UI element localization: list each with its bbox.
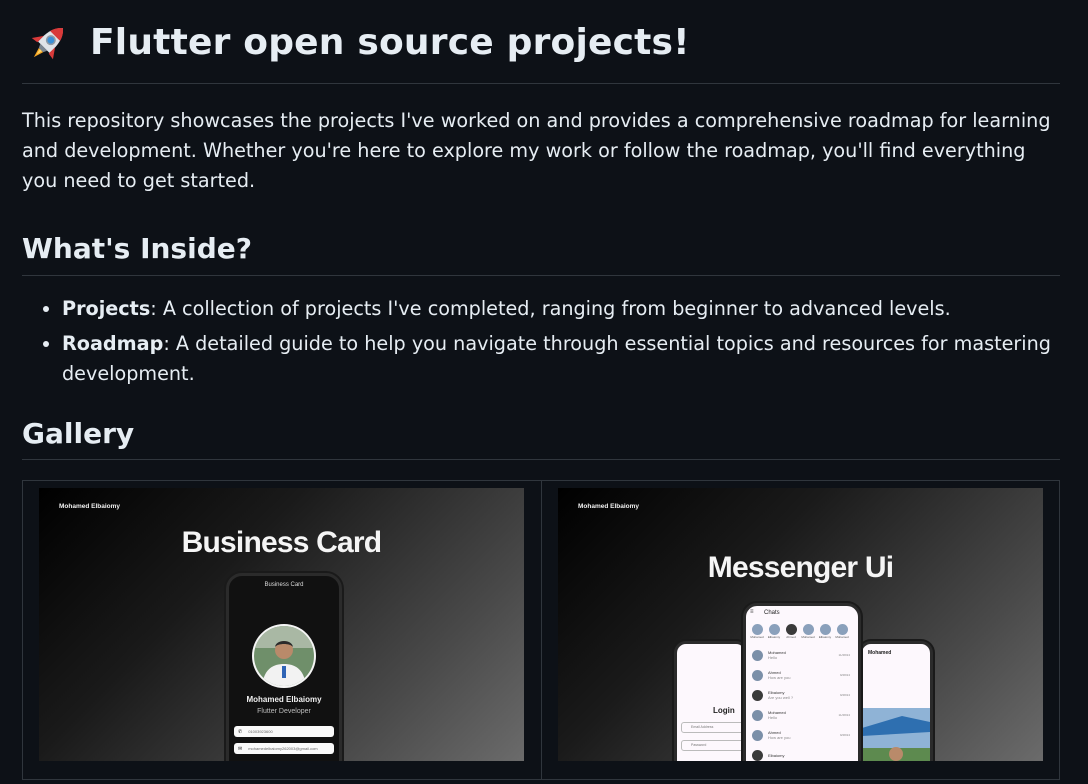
profile-phone-mockup: Mohamed bbox=[859, 641, 933, 762]
story-item: Mohamed bbox=[801, 624, 815, 639]
list-item-text: : A collection of projects I've complete… bbox=[150, 296, 951, 320]
inside-list: Projects: A collection of projects I've … bbox=[22, 294, 1060, 389]
email-placeholder: Email Address bbox=[691, 725, 714, 730]
story-item: Elbaiomy bbox=[767, 624, 781, 639]
chat-row: Elbaiomy Are you well ? 9/28/24 bbox=[752, 686, 850, 704]
messenger-ui-preview-image[interactable]: Mohamed Elbaiomy Messenger Ui Login Emai… bbox=[558, 488, 1043, 762]
phone-mockup: Business Card Mohamed Elbaiomy Flutter D… bbox=[226, 573, 342, 762]
section-heading-gallery: Gallery bbox=[22, 417, 1060, 461]
chats-phone-mockup: ≡ Chats Mohamed Elbaiomy Ahmed Mohamed E… bbox=[743, 603, 861, 762]
gallery-cell: Mohamed Elbaiomy Business Card Business … bbox=[23, 481, 541, 779]
gallery-table: Mohamed Elbaiomy Business Card Business … bbox=[22, 480, 1060, 781]
mail-icon: ✉ bbox=[238, 745, 243, 752]
profile-title: Mohamed bbox=[868, 650, 892, 657]
readme-content: Flutter open source projects! This repos… bbox=[22, 0, 1060, 781]
section-heading-inside: What's Inside? bbox=[22, 232, 1060, 276]
phone-icon: ✆ bbox=[238, 728, 243, 735]
preview-title: Messenger Ui bbox=[707, 551, 894, 585]
chats-title: Chats bbox=[764, 610, 780, 617]
profile-photo-icon bbox=[862, 708, 930, 762]
preview-title: Business Card bbox=[181, 526, 382, 560]
chat-row: Ahmed How are you 9/28/24 bbox=[752, 666, 850, 684]
list-item-term: Projects bbox=[62, 296, 151, 320]
page-title: Flutter open source projects! bbox=[90, 21, 690, 63]
card-role: Flutter Developer bbox=[257, 708, 311, 716]
gallery-cell: Mohamed Elbaiomy Messenger Ui Login Emai… bbox=[541, 481, 1059, 780]
login-phone-mockup: Login Email Address Password bbox=[674, 641, 753, 762]
story-item: Mohamed bbox=[750, 624, 764, 639]
login-label: Login bbox=[713, 706, 735, 716]
business-card-preview-image[interactable]: Mohamed Elbaiomy Business Card Business … bbox=[39, 488, 524, 762]
chat-row: Ahmed How are you 9/28/24 bbox=[752, 726, 850, 744]
story-item: Elbaiomy bbox=[818, 624, 832, 639]
email-field: ✉ mohamedelbaiomy262003@gmail.com bbox=[234, 743, 334, 755]
avatar bbox=[252, 624, 316, 689]
list-item: Projects: A collection of projects I've … bbox=[62, 294, 1060, 324]
phone-number: 01003923600 bbox=[248, 729, 273, 735]
story-item: Ahmed bbox=[784, 624, 798, 639]
story-item: Mohamed bbox=[835, 624, 849, 639]
list-item-text: : A detailed guide to help you navigate … bbox=[62, 331, 1051, 385]
chat-row: Mohamed Hello 11/28/24 bbox=[752, 646, 850, 664]
person-photo-icon bbox=[254, 626, 314, 687]
list-item: Roadmap: A detailed guide to help you na… bbox=[62, 329, 1060, 389]
chat-row: Mohamed Hello 11/28/24 bbox=[752, 706, 850, 724]
menu-icon: ≡ bbox=[750, 609, 754, 616]
rocket-icon bbox=[31, 27, 64, 59]
card-name: Mohamed Elbaiomy bbox=[246, 695, 322, 705]
preview-author: Mohamed Elbaiomy bbox=[59, 503, 121, 511]
phone-field: ✆ 01003923600 bbox=[234, 726, 334, 738]
password-placeholder: Password bbox=[691, 743, 707, 748]
list-item-term: Roadmap bbox=[62, 331, 164, 355]
page-title-row: Flutter open source projects! bbox=[22, 0, 1060, 84]
intro-paragraph: This repository showcases the projects I… bbox=[22, 109, 1051, 192]
preview-author: Mohamed Elbaiomy bbox=[578, 503, 640, 511]
phone-header: Business Card bbox=[264, 582, 304, 589]
email-address: mohamedelbaiomy262003@gmail.com bbox=[248, 746, 318, 752]
chat-row: Elbaiomy bbox=[752, 746, 850, 761]
